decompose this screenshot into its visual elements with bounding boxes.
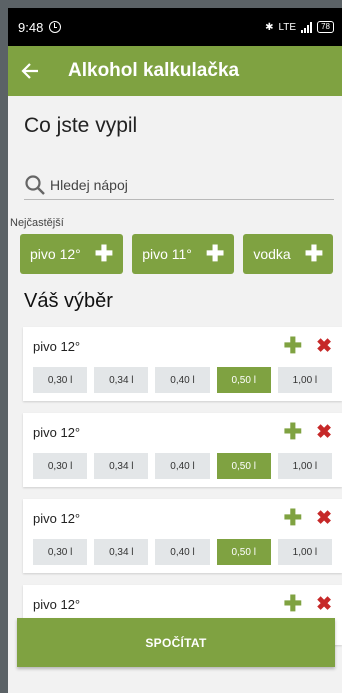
chip-label: pivo 11° [142, 246, 192, 262]
bluetooth-icon: ✱ [265, 21, 274, 33]
drink-name: pivo 12° [33, 510, 81, 526]
size-option[interactable]: 0,40 l [155, 539, 210, 565]
selection-title: Váš výběr [24, 290, 113, 312]
back-arrow-icon[interactable] [20, 61, 42, 81]
size-option[interactable]: 0,34 l [94, 367, 149, 393]
calculate-button[interactable]: SPOČÍTAT [17, 618, 335, 667]
status-time: 9:48 [18, 19, 44, 35]
size-option[interactable]: 0,30 l [33, 453, 88, 479]
phone-screen: 9:48 ✱ LTE 78 Alkohol kalkulačka Co jste… [8, 8, 342, 693]
status-bar: 9:48 ✱ LTE 78 [8, 8, 342, 46]
add-drink-icon[interactable]: ✚ [284, 507, 302, 529]
drink-name: pivo 12° [33, 596, 81, 612]
size-option[interactable]: 0,30 l [33, 539, 88, 565]
size-option[interactable]: 0,40 l [155, 453, 210, 479]
search-icon [24, 174, 46, 196]
search-input[interactable] [50, 176, 310, 193]
size-option[interactable]: 1,00 l [277, 367, 333, 393]
remove-drink-icon[interactable]: ✖ [316, 509, 332, 528]
size-option[interactable]: 0,34 l [94, 539, 149, 565]
size-option[interactable]: 1,00 l [277, 539, 333, 565]
remove-drink-icon[interactable]: ✖ [316, 423, 332, 442]
add-drink-icon[interactable]: ✚ [284, 421, 302, 443]
battery-icon: 78 [317, 21, 334, 33]
app-title: Alkohol kalkulačka [68, 60, 240, 81]
chip-label: vodka [253, 246, 291, 262]
drink-name: pivo 12° [33, 424, 81, 440]
remove-drink-icon[interactable]: ✖ [316, 595, 332, 614]
frequent-chip-vodka[interactable]: vodka ✚ [243, 234, 334, 274]
search-bar[interactable] [24, 170, 334, 200]
add-drink-icon[interactable]: ✚ [284, 335, 302, 357]
size-option[interactable]: 0,50 l [216, 539, 271, 565]
size-option[interactable]: 0,50 l [216, 453, 271, 479]
network-type: LTE [278, 21, 297, 33]
size-option[interactable]: 0,40 l [155, 367, 210, 393]
size-option[interactable]: 0,30 l [33, 367, 88, 393]
add-drink-icon[interactable]: ✚ [284, 593, 302, 615]
plus-icon: ✚ [304, 241, 324, 266]
signal-icon [301, 21, 313, 33]
alarm-icon [49, 21, 62, 33]
frequent-label: Nejčastější [10, 217, 64, 229]
size-option[interactable]: 1,00 l [277, 453, 333, 479]
frequent-chip-pivo-11[interactable]: pivo 11° ✚ [132, 234, 235, 274]
chip-label: pivo 12° [30, 246, 81, 262]
frequent-drinks: pivo 12° ✚ pivo 11° ✚ vodka ✚ [20, 234, 342, 274]
page-heading: Co jste vypil [24, 114, 138, 137]
selection-list: pivo 12° ✚ ✖ 0,30 l 0,34 l 0,40 l 0,50 l 1,00 l… [8, 327, 342, 651]
plus-icon: ✚ [94, 241, 114, 266]
frequent-chip-pivo-12[interactable]: pivo 12° ✚ [20, 234, 124, 274]
drink-card: pivo 12° ✚ ✖ 0,30 l0,34 l0,40 l0,50 l1,00 l [23, 413, 342, 487]
drink-card: pivo 12° ✚ ✖ 0,30 l0,34 l0,40 l0,50 l1,00 l [23, 327, 342, 401]
size-option[interactable]: 0,50 l [216, 367, 271, 393]
remove-drink-icon[interactable]: ✖ [316, 337, 332, 356]
app-bar: Alkohol kalkulačka [8, 46, 342, 96]
plus-icon: ✚ [205, 241, 225, 266]
size-option[interactable]: 0,34 l [94, 453, 149, 479]
drink-card: pivo 12° ✚ ✖ 0,30 l0,34 l0,40 l0,50 l1,00 l [23, 499, 342, 573]
drink-name: pivo 12° [33, 338, 81, 354]
